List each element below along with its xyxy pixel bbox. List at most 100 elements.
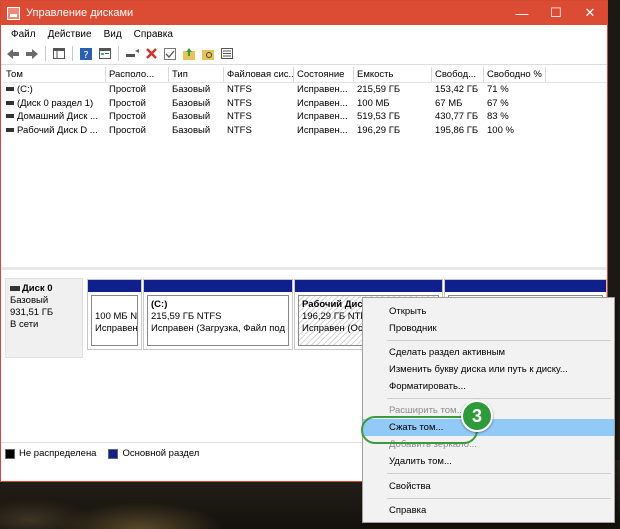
disk-0-label[interactable]: Диск 0 Базовый 931,51 ГБ В сети	[5, 278, 83, 358]
annotation-highlight-ring	[361, 416, 478, 444]
legend-item-unallocated: Не распределена	[5, 448, 96, 459]
column-header-capacity[interactable]: Емкость	[354, 67, 432, 82]
partition-info: 100 МБ N Исправен	[91, 295, 138, 346]
cell-free-percent: 67 %	[487, 97, 509, 109]
maximize-button[interactable]: ☐	[539, 1, 573, 25]
toolbar-separator	[72, 46, 73, 61]
svg-text:?: ?	[83, 50, 88, 60]
cell-type: Базовый	[172, 124, 211, 136]
toolbar-separator	[118, 46, 119, 61]
menu-item-mark-active[interactable]: Сделать раздел активным	[363, 344, 614, 361]
properties-icon[interactable]	[97, 46, 113, 62]
table-row[interactable]: (Диск 0 раздел 1) Простой Базовый NTFS И…	[3, 97, 607, 111]
unallocated-swatch	[5, 448, 15, 459]
step-number-badge: 3	[461, 400, 493, 432]
cell-type: Базовый	[172, 111, 211, 122]
cell-filesystem: NTFS	[227, 111, 252, 122]
delete-icon[interactable]	[143, 46, 159, 62]
cell-volume: (C:)	[3, 83, 106, 97]
toolbar-separator	[45, 46, 46, 61]
column-header-type[interactable]: Тип	[169, 67, 224, 82]
cell-type: Базовый	[172, 84, 211, 95]
help-icon[interactable]: ?	[78, 46, 94, 62]
menu-item-open[interactable]: Открыть	[363, 303, 614, 320]
volume-icon	[6, 127, 14, 132]
menu-action[interactable]: Действие	[42, 29, 98, 40]
column-header-filesystem[interactable]: Файловая сис...	[224, 67, 294, 82]
disk-name: Диск 0	[22, 283, 53, 294]
minimize-button[interactable]: —	[505, 1, 539, 25]
menu-help[interactable]: Справка	[128, 29, 179, 40]
volume-icon	[6, 87, 14, 92]
cell-type: Базовый	[172, 97, 211, 109]
menu-view[interactable]: Вид	[98, 29, 128, 40]
table-header: Том Располо... Тип Файловая сис... Состо…	[3, 67, 607, 83]
folder-up-icon[interactable]	[181, 46, 197, 62]
menu-item-explorer[interactable]: Проводник	[363, 320, 614, 337]
cell-capacity: 196,29 ГБ	[357, 124, 401, 136]
window-controls: — ☐ ✕	[505, 1, 607, 25]
menu-separator	[387, 340, 611, 341]
column-header-volume[interactable]: Том	[3, 67, 106, 82]
folder-search-icon[interactable]	[200, 46, 216, 62]
menu-separator	[387, 398, 611, 399]
cell-volume: (Диск 0 раздел 1)	[3, 97, 106, 111]
check-icon[interactable]	[162, 46, 178, 62]
cell-layout: Простой	[109, 84, 146, 95]
disk-size: 931,51 ГБ	[10, 307, 54, 318]
column-header-layout[interactable]: Располо...	[106, 67, 169, 82]
partition-status: Исправен (Загрузка, Файл под	[151, 323, 286, 334]
partition-bar	[295, 280, 442, 292]
table-row[interactable]: (C:) Простой Базовый NTFS Исправен... 21…	[3, 83, 607, 97]
cell-free-space: 430,77 ГБ	[435, 111, 479, 122]
partition-bar	[144, 280, 292, 292]
partition-system-reserved[interactable]: 100 МБ N Исправен	[87, 279, 142, 350]
cell-free-percent: 71 %	[487, 84, 509, 95]
menu-item-help[interactable]: Справка	[363, 502, 614, 519]
partition-size: 100 МБ N	[95, 311, 138, 322]
volume-icon	[6, 114, 14, 119]
column-header-status[interactable]: Состояние	[294, 67, 354, 82]
cell-capacity: 215,59 ГБ	[357, 84, 401, 95]
back-arrow-icon[interactable]	[5, 46, 21, 62]
table-row[interactable]: Рабочий Диск D ... Простой Базовый NTFS …	[3, 124, 607, 138]
menu-separator	[387, 498, 611, 499]
column-header-free-space[interactable]: Свобод...	[432, 67, 484, 82]
cell-status: Исправен...	[297, 124, 348, 136]
menu-item-properties[interactable]: Свойства	[363, 478, 614, 495]
cell-layout: Простой	[109, 111, 146, 122]
volume-icon	[6, 100, 14, 105]
list-view-icon[interactable]	[219, 46, 235, 62]
cell-free-space: 153,42 ГБ	[435, 84, 479, 95]
partition-size: 215,59 ГБ NTFS	[151, 311, 222, 322]
disk-management-app-icon	[7, 6, 20, 20]
console-tree-icon[interactable]	[51, 46, 67, 62]
menu-file[interactable]: Файл	[5, 29, 42, 40]
column-header-free-percent[interactable]: Свободно %	[484, 67, 546, 82]
menu-separator	[387, 473, 611, 474]
connect-icon[interactable]	[124, 46, 140, 62]
cell-status: Исправен...	[297, 111, 348, 122]
disk-type: Базовый	[10, 295, 49, 306]
volume-table: Том Располо... Тип Файловая сис... Состо…	[3, 67, 607, 265]
legend-label: Основной раздел	[122, 448, 200, 459]
partition-name: (C:)	[151, 299, 168, 310]
cell-status: Исправен...	[297, 84, 348, 95]
cell-status: Исправен...	[297, 97, 348, 109]
menu-item-delete-volume[interactable]: Удалить том...	[363, 453, 614, 470]
menu-item-change-drive-letter[interactable]: Изменить букву диска или путь к диску...	[363, 361, 614, 378]
disk-icon	[10, 285, 20, 291]
cell-free-space: 195,86 ГБ	[435, 124, 479, 136]
toolbar: ?	[1, 43, 607, 65]
partition-bar	[88, 280, 141, 292]
close-button[interactable]: ✕	[573, 1, 607, 25]
cell-free-percent: 83 %	[487, 111, 509, 122]
partition-status: Исправен	[95, 323, 138, 334]
menu-item-format[interactable]: Форматировать...	[363, 378, 614, 395]
forward-arrow-icon[interactable]	[24, 46, 40, 62]
table-row[interactable]: Домашний Диск ... Простой Базовый NTFS И…	[3, 110, 607, 124]
partition-c[interactable]: (C:) 215,59 ГБ NTFS Исправен (Загрузка, …	[143, 279, 293, 350]
menu-bar: Файл Действие Вид Справка	[1, 25, 607, 43]
disk-status: В сети	[10, 319, 39, 330]
legend-item-primary: Основной раздел	[108, 448, 199, 459]
